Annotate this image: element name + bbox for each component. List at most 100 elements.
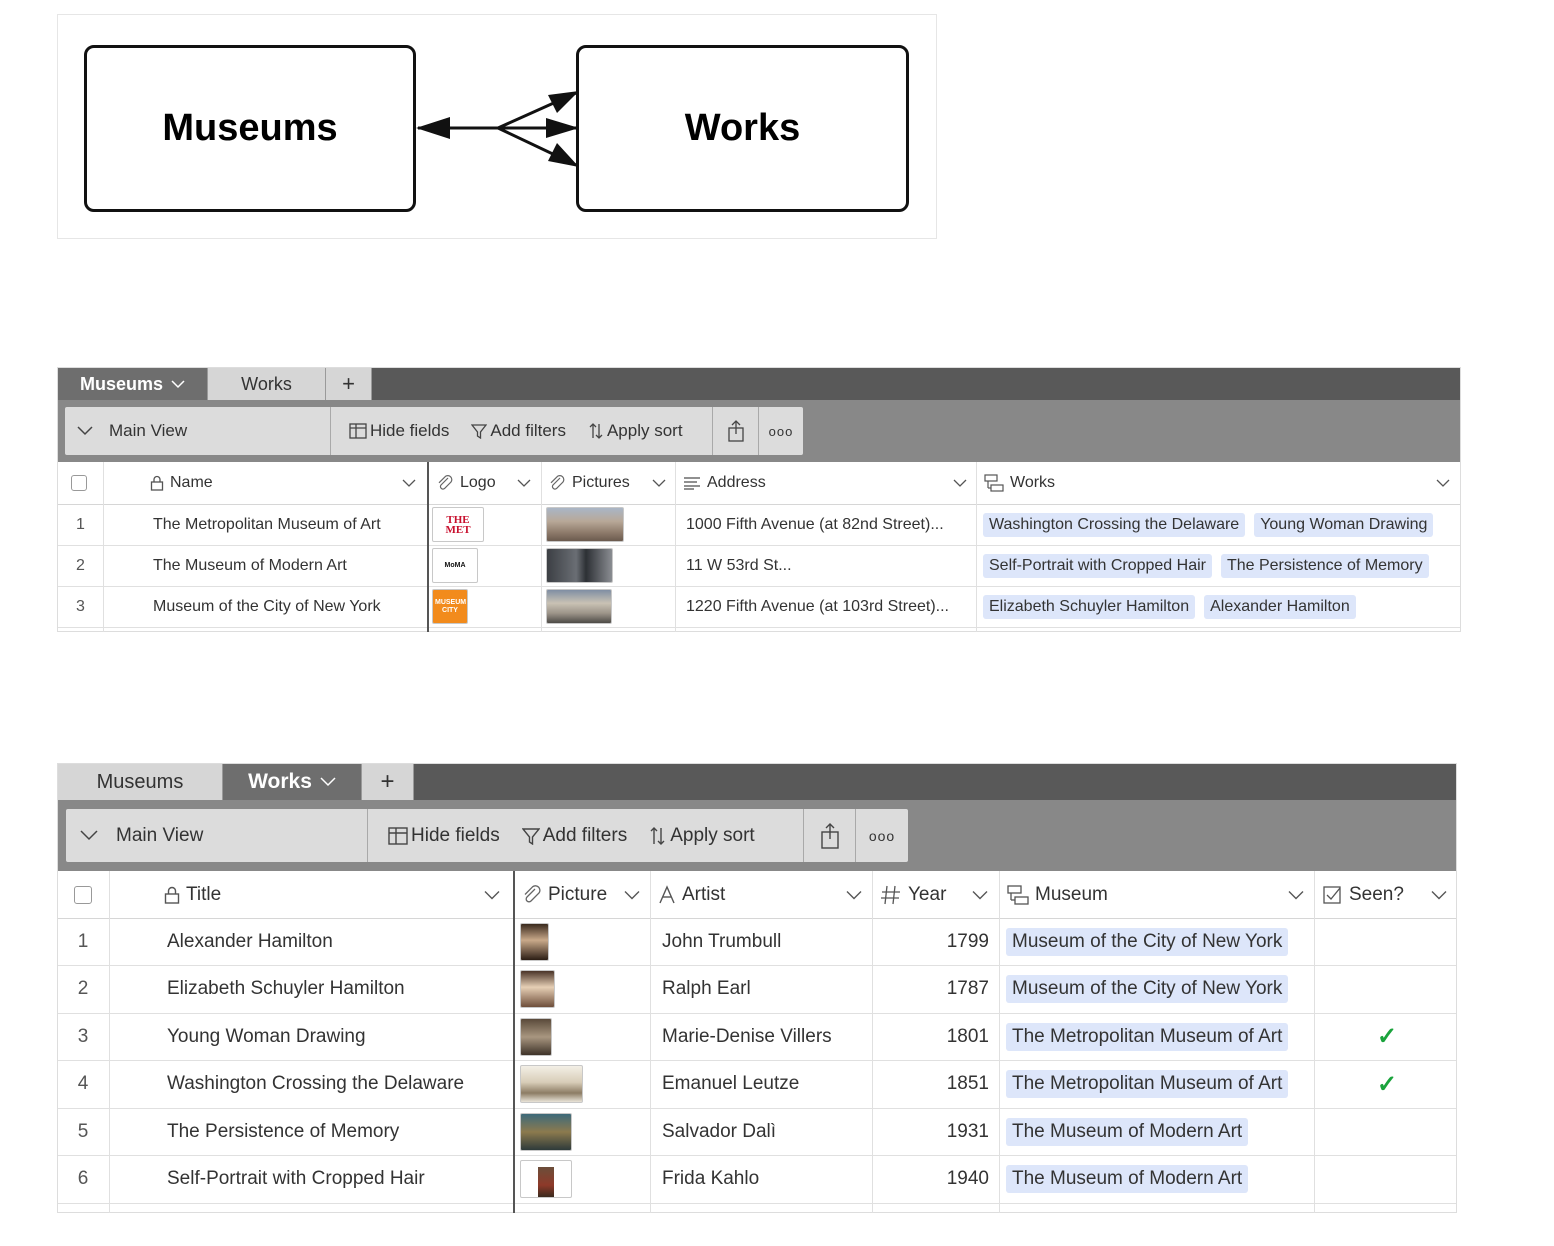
seen-checkbox-cell[interactable] bbox=[1317, 1155, 1457, 1203]
logo-cell[interactable]: MUSEUM CITY bbox=[432, 586, 542, 627]
column-header-museum[interactable]: Museum bbox=[1001, 871, 1314, 918]
more-options-button[interactable]: ooo bbox=[856, 809, 908, 862]
linked-work-pill[interactable]: Alexander Hamilton bbox=[1204, 594, 1356, 619]
linked-museum-pill[interactable]: The Metropolitan Museum of Art bbox=[1006, 1070, 1289, 1098]
seen-checkbox-cell[interactable] bbox=[1317, 965, 1457, 1013]
share-button[interactable] bbox=[713, 407, 759, 455]
pictures-cell[interactable] bbox=[546, 586, 676, 627]
picture-cell[interactable] bbox=[520, 1108, 650, 1155]
table-row[interactable]: 2 Elizabeth Schuyler Hamilton Ralph Earl… bbox=[58, 965, 1456, 1014]
tab-museums[interactable]: Museums bbox=[58, 764, 223, 800]
view-switcher[interactable]: Main View bbox=[66, 809, 368, 862]
add-filters-button[interactable]: Add filters bbox=[521, 825, 627, 847]
met-logo-image[interactable]: THE MET bbox=[432, 507, 484, 542]
title-cell[interactable]: Elizabeth Schuyler Hamilton bbox=[167, 965, 513, 1013]
works-links-cell[interactable]: Self-Portrait with Cropped Hair The Pers… bbox=[983, 545, 1461, 586]
museum-name-cell[interactable]: The Metropolitan Museum of Art bbox=[153, 504, 429, 545]
picture-cell[interactable] bbox=[520, 1060, 650, 1108]
tab-works[interactable]: Works bbox=[223, 764, 362, 800]
pictures-cell[interactable] bbox=[546, 504, 676, 545]
seen-checkbox-cell[interactable]: ✓ bbox=[1317, 1013, 1457, 1060]
artwork-thumbnail[interactable] bbox=[520, 1065, 583, 1103]
artist-cell[interactable]: Emanuel Leutze bbox=[662, 1060, 872, 1108]
artwork-thumbnail[interactable] bbox=[520, 922, 549, 961]
table-row[interactable]: 6 Self-Portrait with Cropped Hair Frida … bbox=[58, 1155, 1456, 1204]
address-cell[interactable]: 11 W 53rd St... bbox=[686, 545, 976, 586]
logo-cell[interactable]: MoMA bbox=[432, 545, 542, 586]
artwork-thumbnail[interactable] bbox=[520, 1017, 552, 1056]
table-row[interactable]: 3 Young Woman Drawing Marie-Denise Ville… bbox=[58, 1013, 1456, 1061]
column-header-logo[interactable]: Logo bbox=[430, 462, 541, 504]
linked-museum-pill[interactable]: The Museum of Modern Art bbox=[1006, 1117, 1249, 1146]
seen-checkbox-cell[interactable] bbox=[1317, 918, 1457, 965]
frozen-column-divider[interactable] bbox=[513, 871, 515, 1213]
works-links-cell[interactable]: Elizabeth Schuyler Hamilton Alexander Ha… bbox=[983, 586, 1461, 627]
works-links-cell[interactable]: Washington Crossing the Delaware Young W… bbox=[983, 504, 1461, 545]
picture-cell[interactable] bbox=[520, 1155, 650, 1203]
linked-work-pill[interactable]: Elizabeth Schuyler Hamilton bbox=[983, 594, 1196, 619]
table-row[interactable]: 1 The Metropolitan Museum of Art THE MET… bbox=[58, 504, 1460, 546]
column-header-works[interactable]: Works bbox=[978, 462, 1460, 504]
table-row[interactable]: 3 Museum of the City of New York MUSEUM … bbox=[58, 586, 1460, 628]
museum-link-cell[interactable]: The Metropolitan Museum of Art bbox=[1006, 1013, 1311, 1060]
table-row[interactable]: 2 The Museum of Modern Art MoMA 11 W 53r… bbox=[58, 545, 1460, 587]
chevron-down-icon[interactable] bbox=[171, 379, 185, 389]
museum-link-cell[interactable]: Museum of the City of New York bbox=[1006, 918, 1311, 965]
year-cell[interactable]: 1801 bbox=[874, 1013, 989, 1060]
apply-sort-button[interactable]: Apply sort bbox=[588, 421, 683, 441]
address-cell[interactable]: 1000 Fifth Avenue (at 82nd Street)... bbox=[686, 504, 976, 545]
title-cell[interactable]: Washington Crossing the Delaware bbox=[167, 1060, 513, 1108]
linked-museum-pill[interactable]: Museum of the City of New York bbox=[1006, 927, 1289, 956]
apply-sort-button[interactable]: Apply sort bbox=[649, 825, 755, 847]
year-cell[interactable]: 1931 bbox=[874, 1108, 989, 1155]
linked-museum-pill[interactable]: The Museum of Modern Art bbox=[1006, 1165, 1249, 1193]
chevron-down-icon[interactable] bbox=[484, 890, 500, 899]
picture-cell[interactable] bbox=[520, 1013, 650, 1060]
add-table-button[interactable]: + bbox=[362, 764, 414, 800]
linked-museum-pill[interactable]: Museum of the City of New York bbox=[1006, 975, 1289, 1003]
chevron-down-icon[interactable] bbox=[1288, 890, 1304, 899]
artist-cell[interactable]: John Trumbull bbox=[662, 918, 872, 965]
mcny-building-picture[interactable] bbox=[546, 589, 612, 624]
title-cell[interactable]: Self-Portrait with Cropped Hair bbox=[167, 1155, 513, 1203]
museum-name-cell[interactable]: The Museum of Modern Art bbox=[153, 545, 429, 586]
moma-building-picture[interactable] bbox=[546, 548, 613, 583]
chevron-down-icon[interactable] bbox=[1436, 479, 1450, 487]
column-header-name[interactable]: Name bbox=[150, 462, 426, 504]
more-options-button[interactable]: ooo bbox=[759, 407, 803, 455]
column-header-address[interactable]: Address bbox=[677, 462, 977, 504]
hide-fields-button[interactable]: Hide fields bbox=[388, 825, 500, 847]
table-row[interactable]: 4 Washington Crossing the Delaware Emanu… bbox=[58, 1060, 1456, 1109]
share-button[interactable] bbox=[804, 809, 856, 862]
moma-logo-image[interactable]: MoMA bbox=[432, 548, 478, 583]
tab-works[interactable]: Works bbox=[208, 368, 326, 400]
picture-cell[interactable] bbox=[520, 918, 650, 965]
tab-museums[interactable]: Museums bbox=[58, 368, 208, 400]
column-header-seen[interactable]: Seen? bbox=[1317, 871, 1457, 918]
linked-work-pill[interactable]: Young Woman Drawing bbox=[1254, 512, 1434, 537]
year-cell[interactable]: 1799 bbox=[874, 918, 989, 965]
linked-work-pill[interactable]: The Persistence of Memory bbox=[1220, 553, 1429, 578]
select-all-checkbox[interactable] bbox=[74, 871, 94, 918]
table-row[interactable]: 1 Alexander Hamilton John Trumbull 1799 … bbox=[58, 918, 1456, 966]
linked-work-pill[interactable]: Self-Portrait with Cropped Hair bbox=[983, 553, 1212, 578]
title-cell[interactable]: The Persistence of Memory bbox=[167, 1108, 513, 1155]
address-cell[interactable]: 1220 Fifth Avenue (at 103rd Street)... bbox=[686, 586, 976, 627]
add-table-button[interactable]: + bbox=[326, 368, 372, 400]
linked-museum-pill[interactable]: The Metropolitan Museum of Art bbox=[1006, 1022, 1289, 1051]
artist-cell[interactable]: Marie-Denise Villers bbox=[662, 1013, 872, 1060]
title-cell[interactable]: Young Woman Drawing bbox=[167, 1013, 513, 1060]
chevron-down-icon[interactable] bbox=[402, 479, 416, 487]
mcny-logo-image[interactable]: MUSEUM CITY bbox=[432, 589, 468, 624]
chevron-down-icon[interactable] bbox=[652, 479, 666, 487]
met-building-picture[interactable] bbox=[546, 507, 624, 542]
artwork-thumbnail[interactable] bbox=[520, 1112, 572, 1151]
artist-cell[interactable]: Salvador Dalì bbox=[662, 1108, 872, 1155]
chevron-down-icon[interactable] bbox=[1431, 890, 1447, 899]
chevron-down-icon[interactable] bbox=[624, 890, 640, 899]
chevron-down-icon[interactable] bbox=[953, 479, 967, 487]
pictures-cell[interactable] bbox=[546, 545, 676, 586]
logo-cell[interactable]: THE MET bbox=[432, 504, 542, 545]
year-cell[interactable]: 1787 bbox=[874, 965, 989, 1013]
artwork-thumbnail[interactable] bbox=[520, 970, 555, 1008]
